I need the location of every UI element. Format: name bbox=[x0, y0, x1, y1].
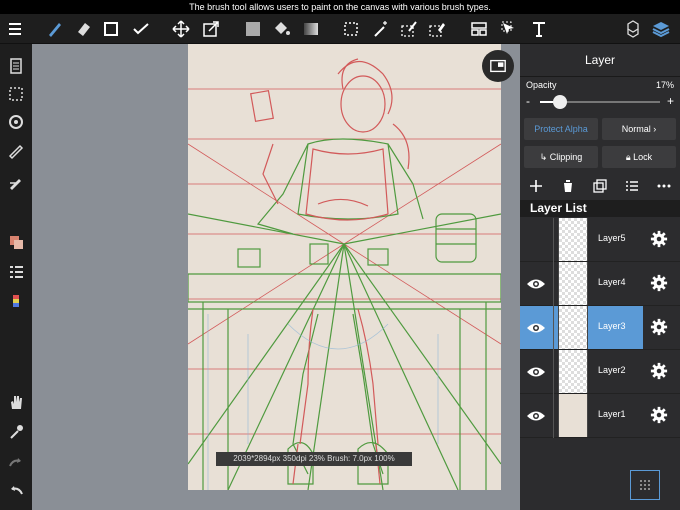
layer-name: Layer3 bbox=[598, 321, 626, 331]
layer-thumbnail[interactable] bbox=[558, 306, 588, 349]
grid-icon bbox=[640, 480, 650, 490]
layer-list-view-icon[interactable] bbox=[622, 176, 642, 196]
gradient-icon[interactable] bbox=[298, 16, 324, 42]
opacity-minus-button[interactable]: - bbox=[526, 94, 530, 108]
eye-icon[interactable] bbox=[522, 272, 550, 296]
chevron-right-icon: › bbox=[653, 124, 657, 134]
layer-row[interactable]: Layer5 bbox=[520, 218, 680, 262]
layer-row[interactable]: Layer4 bbox=[520, 262, 680, 306]
undo-icon[interactable] bbox=[3, 478, 29, 502]
alpha-blend-row: Protect Alpha Normal › bbox=[524, 118, 676, 140]
gear-icon[interactable] bbox=[650, 274, 670, 294]
artwork-canvas[interactable] bbox=[188, 44, 501, 490]
canvas-area[interactable] bbox=[32, 44, 520, 510]
opacity-value: 17% bbox=[655, 80, 674, 90]
lock-label: Lock bbox=[633, 152, 653, 162]
gear-icon[interactable] bbox=[650, 230, 670, 250]
layer-divider bbox=[553, 350, 554, 394]
navigator-icon bbox=[490, 59, 506, 73]
layer-name: Layer4 bbox=[598, 277, 626, 287]
menu-icon[interactable] bbox=[2, 16, 28, 42]
palette-icon[interactable] bbox=[3, 290, 29, 314]
left-toolbar bbox=[0, 44, 32, 510]
blend-mode-button[interactable]: Normal › bbox=[602, 118, 676, 140]
duplicate-layer-icon[interactable] bbox=[590, 176, 610, 196]
opacity-label: Opacity bbox=[526, 80, 557, 90]
clip-lock-row: ↳ Clipping 🔒︎ Lock bbox=[524, 146, 676, 168]
status-bar: 2039*2894px 350dpi 23% Brush: 7.0px 100% bbox=[216, 452, 412, 466]
gear-icon[interactable] bbox=[650, 406, 670, 426]
transform-icon[interactable] bbox=[198, 16, 224, 42]
protect-alpha-button[interactable]: Protect Alpha bbox=[524, 118, 598, 140]
delete-layer-icon[interactable] bbox=[558, 176, 578, 196]
opacity-slider[interactable]: - + bbox=[526, 94, 674, 109]
ruler-icon[interactable] bbox=[3, 140, 29, 164]
layer-name: Layer1 bbox=[598, 409, 626, 419]
fill-color-icon[interactable] bbox=[240, 16, 266, 42]
eyedropper-icon[interactable] bbox=[3, 420, 29, 444]
layer-thumbnail[interactable] bbox=[558, 394, 588, 437]
sketch-drawing bbox=[188, 58, 501, 490]
magic-wand-icon[interactable] bbox=[368, 16, 394, 42]
gear-icon[interactable] bbox=[650, 318, 670, 338]
hand-icon[interactable] bbox=[3, 390, 29, 414]
eraser-icon[interactable] bbox=[70, 16, 96, 42]
blend-mode-label: Normal bbox=[621, 124, 651, 134]
layer-list-header: Layer List bbox=[520, 200, 680, 217]
bucket-icon[interactable] bbox=[268, 16, 294, 42]
layer-divider bbox=[553, 262, 554, 306]
material-icon[interactable] bbox=[620, 16, 646, 42]
select-pen-icon[interactable] bbox=[396, 16, 422, 42]
clipping-button[interactable]: ↳ Clipping bbox=[524, 146, 598, 168]
layer-divider bbox=[553, 394, 554, 438]
brush-icon[interactable] bbox=[42, 16, 68, 42]
layer-name: Layer5 bbox=[598, 233, 626, 243]
navigator-button[interactable] bbox=[482, 50, 514, 82]
layer-list-icon[interactable] bbox=[3, 260, 29, 284]
snap-icon[interactable] bbox=[3, 170, 29, 194]
filter-icon[interactable] bbox=[128, 16, 154, 42]
page-icon[interactable] bbox=[3, 54, 29, 78]
text-icon[interactable] bbox=[526, 16, 552, 42]
add-layer-icon[interactable] bbox=[526, 176, 546, 196]
select-eraser-icon[interactable] bbox=[424, 16, 450, 42]
top-toolbar bbox=[0, 14, 680, 44]
eye-icon[interactable] bbox=[522, 404, 550, 428]
clipping-icon: ↳ bbox=[539, 152, 548, 162]
layout-icon[interactable] bbox=[466, 16, 492, 42]
eye-icon[interactable] bbox=[522, 360, 550, 384]
rectangle-icon[interactable] bbox=[98, 16, 124, 42]
opacity-knob[interactable] bbox=[553, 95, 568, 109]
layer-thumbnail[interactable] bbox=[558, 350, 588, 393]
eye-icon[interactable] bbox=[522, 316, 550, 340]
layer-divider bbox=[553, 306, 554, 350]
tooltip: The brush tool allows users to paint on … bbox=[0, 0, 680, 14]
clipping-label: Clipping bbox=[549, 152, 583, 162]
layer-name: Layer2 bbox=[598, 365, 626, 375]
layer-row[interactable]: Layer2 bbox=[520, 350, 680, 394]
layer-row[interactable]: Layer3 bbox=[520, 306, 680, 350]
redo-icon[interactable] bbox=[3, 450, 29, 474]
layer-thumbnail[interactable] bbox=[558, 218, 588, 261]
panel-title: Layer bbox=[520, 44, 680, 77]
layer-actions bbox=[520, 174, 680, 198]
layer-divider bbox=[553, 218, 554, 262]
layer-row[interactable]: Layer1 bbox=[520, 394, 680, 438]
layer-panel: Layer Opacity 17% - + Protect Alpha Norm… bbox=[520, 44, 680, 510]
lock-button[interactable]: 🔒︎ Lock bbox=[602, 146, 676, 168]
select-move-icon[interactable] bbox=[496, 16, 522, 42]
more-icon[interactable] bbox=[654, 176, 674, 196]
rotate-icon[interactable] bbox=[3, 110, 29, 134]
layer-thumbnail[interactable] bbox=[558, 262, 588, 305]
gear-icon[interactable] bbox=[650, 362, 670, 382]
lock-icon: 🔒︎ bbox=[625, 152, 631, 162]
layers-icon[interactable] bbox=[648, 16, 674, 42]
move-icon[interactable] bbox=[168, 16, 194, 42]
color-icon[interactable] bbox=[3, 230, 29, 254]
opacity-plus-button[interactable]: + bbox=[667, 94, 674, 108]
selection-icon[interactable] bbox=[3, 82, 29, 106]
eye-hidden-icon[interactable] bbox=[522, 228, 550, 252]
grid-toggle-button[interactable] bbox=[630, 470, 660, 500]
select-rect-icon[interactable] bbox=[338, 16, 364, 42]
